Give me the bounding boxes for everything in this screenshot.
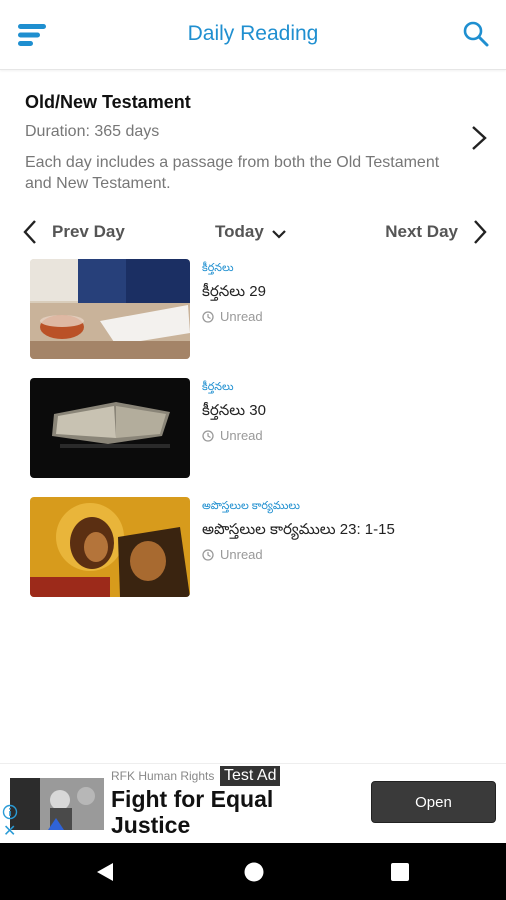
app-bar: Daily Reading <box>0 0 506 70</box>
recent-apps-icon[interactable] <box>390 862 410 882</box>
passage-title: కీర్తనలు 30 <box>202 402 266 419</box>
plan-description: Each day includes a passage from both th… <box>25 154 440 192</box>
reading-thumbnail <box>30 378 190 478</box>
today-label: Today <box>215 222 264 241</box>
ad-image <box>10 778 104 830</box>
reading-thumbnail <box>30 497 190 597</box>
chevron-right-icon <box>474 220 487 244</box>
back-icon[interactable] <box>95 861 115 883</box>
next-day-button[interactable]: Next Day <box>385 218 488 246</box>
book-name: కీర్తనలు <box>202 381 234 393</box>
read-status: Unread <box>202 309 263 324</box>
test-ad-badge: Test Ad <box>220 766 281 786</box>
status-label: Unread <box>220 309 263 324</box>
passage-title: కీర్తనలు 29 <box>202 283 266 300</box>
status-label: Unread <box>220 547 263 562</box>
ad-headline: Fight for Equal Justice <box>111 786 274 838</box>
reading-item[interactable]: కీర్తనలు కీర్తనలు 30 Unread <box>30 378 490 480</box>
book-name: కీర్తనలు <box>202 262 234 274</box>
ad-advertiser: RFK Human Rights <box>111 769 215 783</box>
book-name: అపొస్తలుల కార్యములు <box>202 500 300 512</box>
chevron-right-icon <box>472 126 487 150</box>
home-icon[interactable] <box>243 861 265 883</box>
prev-day-label: Prev Day <box>52 222 125 241</box>
reading-item[interactable]: కీర్తనలు కీర్తనలు 29 Unread <box>30 259 490 361</box>
reading-plan-card[interactable]: Old/New Testament Duration: 365 days Eac… <box>0 72 506 200</box>
close-icon[interactable]: ✕ <box>3 824 16 840</box>
status-label: Unread <box>220 428 263 443</box>
reading-item[interactable]: అపొస్తలుల కార్యములు అపొస్తలుల కార్యములు … <box>30 497 490 599</box>
today-dropdown[interactable]: Today <box>215 218 286 246</box>
chevron-left-icon <box>23 220 36 244</box>
clock-icon <box>202 429 214 442</box>
clock-icon <box>202 548 214 561</box>
plan-title: Old/New Testament <box>25 92 191 112</box>
plan-duration: Duration: 365 days <box>25 123 160 140</box>
info-icon[interactable] <box>2 804 18 820</box>
read-status: Unread <box>202 547 263 562</box>
ad-banner[interactable]: RFK Human Rights Test Ad Fight for Equal… <box>0 763 506 843</box>
clock-icon <box>202 310 214 323</box>
passage-title: అపొస్తలుల కార్యములు 23: 1-15 <box>202 521 395 538</box>
system-navigation-bar <box>0 843 506 900</box>
prev-day-button[interactable]: Prev Day <box>22 218 125 246</box>
day-navigation: Prev Day Today Next Day <box>0 212 506 252</box>
chevron-down-icon <box>272 229 286 239</box>
next-day-label: Next Day <box>385 222 458 241</box>
search-icon[interactable] <box>462 20 490 48</box>
reading-thumbnail <box>30 259 190 359</box>
ad-open-button[interactable]: Open <box>371 781 496 823</box>
page-title: Daily Reading <box>187 22 319 45</box>
read-status: Unread <box>202 428 263 443</box>
